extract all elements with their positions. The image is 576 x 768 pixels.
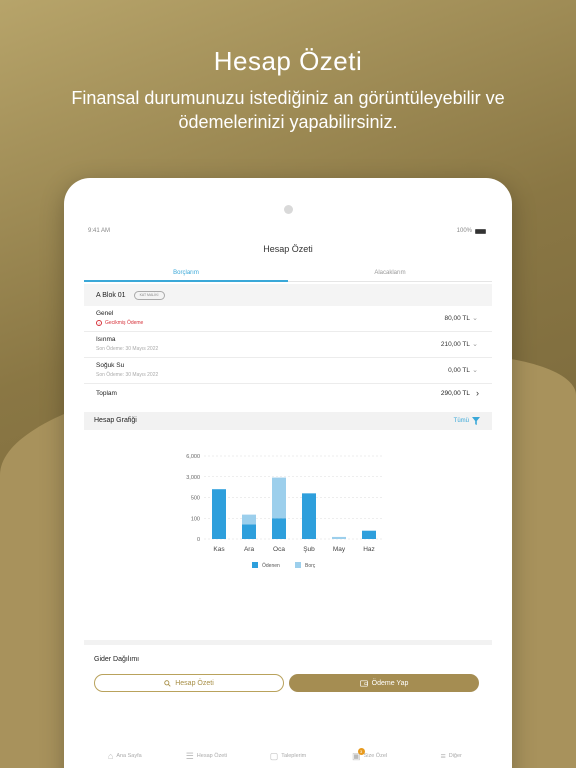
search-icon (164, 679, 171, 687)
y-tick-label: 500 (191, 496, 200, 502)
x-tick-label: May (333, 546, 346, 553)
tabbar-label: Hesap Özeti (196, 753, 228, 759)
odeme-yap-button[interactable]: Ödeme Yap (289, 674, 479, 692)
tabbar-item-size-ozel[interactable]: ▣ 3 Size Özel (329, 744, 411, 768)
y-tick-label: 100 (191, 516, 200, 522)
chevron-down-icon[interactable]: ⌄ (472, 314, 478, 322)
section-divider (84, 640, 492, 645)
bar-ödenen (212, 489, 226, 539)
item-due-date: Son Ödeme: 30 Mayıs 2022 (96, 372, 159, 378)
warning-icon: ! (96, 320, 102, 326)
hesap-ozeti-button-label: Hesap Özeti (175, 679, 214, 687)
legend-label: Ödenen (262, 562, 280, 569)
y-tick-label: 3,000 (186, 475, 200, 481)
y-tick-label: 6,000 (186, 454, 200, 460)
gider-title: Gider Dağılımı (94, 656, 140, 663)
debt-item-soguk-su[interactable]: Soğuk Su Son Ödeme: 30 Mayıs 2022 0,00 T… (84, 358, 492, 384)
tabbar-item-hesap-ozeti[interactable]: ☰ Hesap Özeti (166, 744, 248, 768)
filter-icon (472, 417, 480, 425)
hero-subtitle: Finansal durumunuzu istediğiniz an görün… (71, 88, 505, 132)
graph-header: Hesap Grafiği Tümü (84, 412, 492, 430)
item-name: Genel (96, 310, 114, 317)
x-tick-label: Ara (244, 546, 255, 553)
chevron-right-icon[interactable]: › (476, 388, 479, 398)
graph-title: Hesap Grafiği (94, 417, 137, 424)
odeme-yap-button-label: Ödeme Yap (371, 679, 409, 687)
status-battery: 100% (457, 228, 486, 234)
item-due-date: Son Ödeme: 30 Mayıs 2022 (96, 346, 159, 352)
home-icon: ⌂ (107, 751, 114, 761)
chevron-down-icon[interactable]: ⌄ (472, 366, 478, 374)
status-bar: 9:41 AM 100% (84, 226, 492, 238)
item-name: Isınma (96, 336, 116, 343)
bar-borç (242, 514, 256, 525)
total-label: Toplam (96, 390, 117, 397)
tabbar-label: Taleplerim (281, 753, 307, 759)
battery-icon (475, 228, 486, 234)
bottom-tab-bar: ⌂ Ana Sayfa ☰ Hesap Özeti ▢ Taleplerim ▣… (84, 744, 492, 768)
debt-item-genel[interactable]: Genel ! Gecikmiş Ödeme 80,00 TL ⌄ (84, 306, 492, 332)
tabbar-label: Size Özel (363, 753, 388, 759)
menu-icon: ≡ (440, 751, 446, 761)
document-icon: ☰ (185, 750, 194, 761)
item-name: Soğuk Su (96, 362, 125, 369)
chevron-down-icon[interactable]: ⌄ (472, 340, 478, 348)
bar-borç (332, 536, 346, 539)
status-time: 9:41 AM (88, 228, 111, 234)
camera-dot (284, 205, 293, 214)
tab-borclarim[interactable]: Borçlarım (84, 266, 288, 282)
bar-ödenen (302, 493, 316, 539)
tabbar-item-home[interactable]: ⌂ Ana Sayfa (84, 744, 166, 768)
chart-svg: 0 100 500 3,000 6,000 Kas Ara Oca Şub May Haz Ödene… (186, 454, 384, 569)
x-tick-label: Oca (273, 546, 285, 553)
item-status: ! Gecikmiş Ödeme (96, 320, 143, 326)
bar-ödenen (362, 530, 376, 539)
x-tick-label: Şub (303, 546, 315, 553)
bar-ödenen (242, 524, 256, 539)
hero-title: Hesap Özeti (213, 46, 363, 76)
gift-icon: ▣ 3 (352, 747, 365, 762)
tabbar-label: Ana Sayfa (116, 753, 142, 759)
tabbar-item-taleplerim[interactable]: ▢ Taleplerim (247, 744, 329, 768)
legend-label: Borç (305, 563, 316, 569)
item-amount: 80,00 TL (444, 315, 470, 322)
x-tick-label: Haz (363, 546, 375, 553)
debt-item-isinma[interactable]: Isınma Son Ödeme: 30 Mayıs 2022 210,00 T… (84, 332, 492, 358)
block-name: A Blok 01 (96, 291, 126, 299)
wallet-icon (359, 680, 368, 686)
x-tick-label: Kas (213, 546, 225, 553)
filter-label: Tümü (453, 418, 469, 424)
battery-percent: 100% (456, 228, 472, 234)
bar-ödenen (272, 518, 286, 539)
role-badge: KAT MALİKİ (133, 290, 165, 300)
total-row[interactable]: Toplam 290,00 TL › (84, 384, 492, 404)
graph-filter-button[interactable]: Tümü (454, 417, 480, 425)
y-tick-label: 0 (197, 537, 200, 543)
bar-chart: 0 100 500 3,000 6,000 Kas Ara Oca Şub May Haz Ödene… (174, 446, 394, 576)
block-header: A Blok 01 KAT MALİKİ (84, 284, 492, 306)
screen-title: Hesap Özeti (263, 244, 313, 254)
item-amount: 210,00 TL (440, 341, 470, 348)
notification-badge: 3 (357, 747, 365, 755)
tablet-frame: 9:41 AM 100% Hesap Özeti Borçlarım Alaca… (64, 178, 512, 768)
total-amount: 290,00 TL (440, 390, 470, 397)
app-screen: 9:41 AM 100% Hesap Özeti Borçlarım Alaca… (84, 222, 492, 768)
hesap-ozeti-button[interactable]: Hesap Özeti (94, 674, 284, 692)
tab-bar: Borçlarım Alacaklarım (84, 266, 492, 282)
legend-swatch (295, 562, 301, 568)
tab-alacaklarim[interactable]: Alacaklarım (288, 266, 492, 282)
bar-borç (272, 477, 286, 519)
item-amount: 0,00 TL (448, 367, 470, 374)
tabbar-item-diger[interactable]: ≡ Diğer (410, 744, 492, 768)
tabbar-label: Diğer (448, 753, 462, 759)
request-icon: ▢ (269, 750, 279, 761)
item-status-text: Gecikmiş Ödeme (105, 320, 144, 326)
legend-swatch (252, 562, 258, 568)
